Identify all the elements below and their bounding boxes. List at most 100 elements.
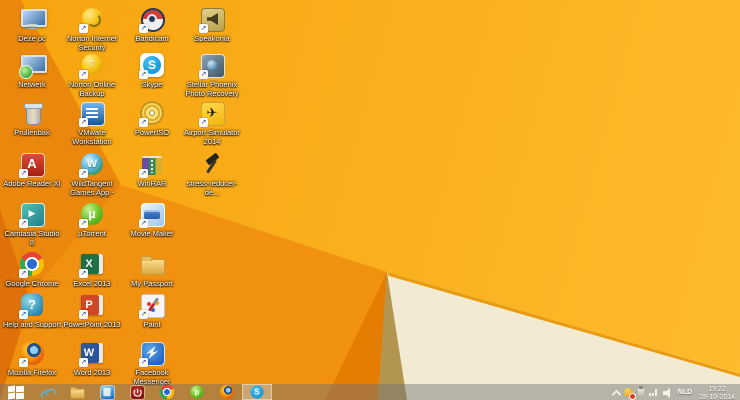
taskbar-app-power-app[interactable] (122, 384, 152, 400)
desktop-icon-powerpoint-2013[interactable]: PowerPoint 2013 (62, 291, 122, 329)
shortcut-arrow-icon (79, 219, 88, 228)
shortcut-arrow-icon (199, 24, 208, 33)
desktop-icon-speakonia[interactable]: Speakonia (182, 5, 242, 43)
taskbar-app-skype[interactable] (242, 384, 272, 400)
desktop-icon-label: My Passport (131, 279, 173, 288)
netwerk-icon (18, 51, 47, 79)
desktop-icon-label: µTorrent (78, 229, 106, 238)
shortcut-arrow-icon (139, 24, 148, 33)
desktop-icon-adobe-reader-xi[interactable]: Adobe Reader XI (2, 150, 62, 188)
desktop-icon-help-and-support[interactable]: Help and Support (2, 291, 62, 329)
winrar-icon (138, 150, 166, 178)
desktop-icon-bandicam[interactable]: Bandicam (122, 5, 182, 43)
hidden-icons-chevron-icon[interactable] (610, 386, 621, 399)
desktop-icon-label: WinRAR (137, 179, 167, 188)
desktop-icon-label: Excel 2013 (73, 279, 111, 288)
security-status-icon[interactable] (623, 386, 636, 400)
shortcut-arrow-icon (19, 269, 28, 278)
desktop-icon-torrent[interactable]: µTorrent (62, 200, 122, 238)
deze-pc-icon (18, 5, 47, 33)
shortcut-arrow-icon (139, 358, 148, 367)
desktop-icon-vmware-workstation[interactable]: VMware Workstation (62, 99, 122, 146)
language-indicator[interactable]: NLD (676, 389, 694, 396)
desktop-icon-google-chrome[interactable]: Google Chrome (2, 250, 62, 288)
desktop-icon-facebook-messenger[interactable]: Facebook Messenger (122, 339, 182, 386)
desktop-icon-label: Movie Maker (130, 229, 174, 238)
shortcut-arrow-icon (79, 169, 88, 178)
desktop-icon-label: Speakonia (194, 34, 230, 43)
desktop-icon-excel-2013[interactable]: Excel 2013 (62, 250, 122, 288)
start-button[interactable] (0, 384, 32, 400)
airport-simulator-2014-icon (198, 99, 226, 127)
desktop-icon-netwerk[interactable]: Netwerk (2, 51, 62, 89)
desktop-icon-movie-maker[interactable]: Movie Maker (122, 200, 182, 238)
paint-icon (138, 291, 166, 319)
desktop-icon-skype[interactable]: Skype (122, 51, 182, 89)
prullenbak-icon (18, 99, 46, 127)
clock-date: 28-10-2014 (699, 394, 735, 400)
desktop-icon-label: Camtasia Studio 8 (4, 229, 60, 247)
desktop-icon-label: Adobe Reader XI (3, 179, 61, 188)
shortcut-arrow-icon (19, 358, 28, 367)
desktop-icon-winrar[interactable]: WinRAR (122, 150, 182, 188)
desktop-icon-label: Help and Support (2, 320, 62, 329)
desktop-icon-my-passport[interactable]: My Passport (122, 250, 182, 288)
taskbar-app-google-chrome[interactable] (152, 384, 182, 400)
shortcut-arrow-icon (199, 70, 208, 79)
shortcut-arrow-icon (79, 310, 88, 319)
taskbar-app-mozilla-firefox[interactable] (212, 384, 242, 400)
word-2013-icon (78, 339, 106, 367)
mozilla-firefox-icon (18, 339, 46, 367)
taskbar: NLD 19:22 28-10-2014 (0, 384, 740, 400)
shortcut-arrow-icon (79, 358, 88, 367)
desktop-icon-word-2013[interactable]: Word 2013 (62, 339, 122, 377)
taskbar-app-utorrent[interactable] (182, 384, 212, 400)
volume-icon[interactable] (662, 386, 673, 399)
powerpoint-2013-icon (78, 291, 106, 319)
file-explorer-icon (69, 384, 86, 400)
desktop-icon-paint[interactable]: Paint (122, 291, 182, 329)
desktop-icon-label: Norton Internet Security (66, 34, 118, 52)
skype-icon (249, 384, 265, 400)
shortcut-arrow-icon (79, 118, 88, 127)
shortcut-arrow-icon (79, 269, 88, 278)
desktop-icon-camtasia-studio-8[interactable]: Camtasia Studio 8 (2, 200, 62, 247)
desktop-icon-deze-pc[interactable]: Deze pc (2, 5, 62, 43)
taskbar-app-internet-explorer[interactable] (32, 384, 62, 400)
shortcut-arrow-icon (79, 24, 88, 33)
desktop-icon-wildtangent-games-app-packardbell[interactable]: WildTangent Games App - packardbell (62, 150, 122, 198)
shortcut-arrow-icon (139, 310, 148, 319)
media-app-icon (99, 384, 116, 400)
desktop-icon-prullenbak[interactable]: Prullenbak (2, 99, 62, 137)
removable-device-icon[interactable] (636, 385, 647, 399)
desktop-icon-label: PowerPoint 2013 (63, 320, 121, 329)
poweriso-icon (138, 99, 166, 127)
desktop-icon-stellar-phoenix-photo-recovery[interactable]: Stellar Phoenix Photo Recovery (182, 51, 242, 98)
utorrent-icon (189, 384, 205, 400)
clock[interactable]: 19:22 28-10-2014 (697, 384, 737, 400)
desktop-icon-poweriso[interactable]: PowerISO (122, 99, 182, 137)
desktop-icon-mozilla-firefox[interactable]: Mozilla Firefox (2, 339, 62, 377)
internet-explorer-icon (39, 384, 56, 400)
taskbar-app-file-explorer[interactable] (62, 384, 92, 400)
desktop-icon-label: Deze pc (18, 34, 46, 43)
shortcut-arrow-icon (79, 70, 88, 79)
speakonia-icon (198, 5, 226, 33)
desktop-icon-label: VMware Workstation (72, 128, 112, 146)
stress-reducer-de-icon (198, 150, 226, 178)
taskbar-pinned-apps (32, 384, 272, 400)
desktop-icon-norton-internet-security[interactable]: Norton Internet Security (62, 5, 122, 52)
network-icon[interactable] (648, 386, 660, 399)
taskbar-app-media-app[interactable] (92, 384, 122, 400)
facebook-messenger-icon (138, 339, 166, 367)
norton-internet-security-icon (78, 5, 106, 33)
shortcut-arrow-icon (19, 310, 28, 319)
my-passport-icon (138, 250, 166, 278)
desktop-icon-stress-reducer-de[interactable]: stress-reducer-de... (182, 150, 242, 197)
shortcut-arrow-icon (139, 169, 148, 178)
desktop-icon-norton-online-backup[interactable]: Norton Online Backup (62, 51, 122, 98)
adobe-reader-xi-icon (18, 150, 46, 178)
shortcut-arrow-icon (139, 70, 148, 79)
desktop-icon-airport-simulator-2014[interactable]: Airport Simulator 2014 (182, 99, 242, 146)
clock-time: 19:22 (708, 386, 726, 393)
